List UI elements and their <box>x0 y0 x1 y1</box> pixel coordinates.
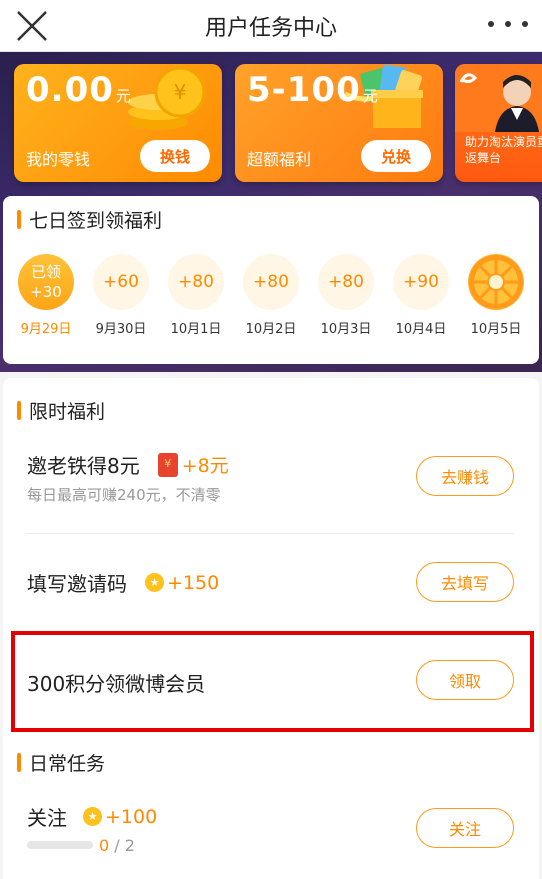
daily-title-text: 日常任务 <box>29 753 106 775</box>
promo-card[interactable]: 助力淘汰演员重返舞台 <box>455 64 542 182</box>
money-card[interactable]: ¥ 0.00 元 我的零钱 换钱 <box>14 64 222 182</box>
bonus-unit: 元 <box>362 87 379 105</box>
task-follow: 关注 +100 <box>27 802 157 831</box>
signin-date: 10月4日 <box>395 322 447 337</box>
lucky-wheel-icon <box>468 254 524 310</box>
follow-button[interactable]: 关注 <box>416 808 514 848</box>
signin-reward-amount: +30 <box>30 283 62 301</box>
task-reward-value: +100 <box>105 805 158 828</box>
close-icon[interactable] <box>14 8 50 44</box>
coin-icon <box>145 573 164 592</box>
highlight-box <box>11 631 534 732</box>
signin-day[interactable]: 已领 +30 9月29日 <box>16 254 76 337</box>
signin-reward: +60 <box>93 254 149 310</box>
task-subtitle: 每日最高可赚240元，不清零 <box>27 486 221 504</box>
progress-current: 0 <box>99 836 110 855</box>
limited-title: 限时福利 <box>17 397 105 424</box>
signin-day[interactable]: +60 9月30日 <box>91 254 151 337</box>
task-reward: +150 <box>145 572 219 594</box>
signin-reward: 已领 <box>30 263 61 281</box>
more-icon[interactable] <box>488 12 528 36</box>
fill-code-button[interactable]: 去填写 <box>416 562 514 602</box>
daily-title: 日常任务 <box>17 749 105 776</box>
progress-bar <box>27 841 93 849</box>
signin-day[interactable]: +80 10月3日 <box>316 254 376 337</box>
signin-title-text: 七日签到领福利 <box>29 210 163 232</box>
money-amount: 0.00 <box>26 70 114 110</box>
bonus-card[interactable]: 5-100 元 超额福利 兑换 <box>235 64 443 182</box>
actor-portrait-icon <box>455 64 542 132</box>
task-invite-code: 填写邀请码 +150 <box>27 568 219 597</box>
divider <box>26 533 514 534</box>
signin-section: 七日签到领福利 已领 +30 9月29日 +60 9月30日 +80 10月1日… <box>3 196 539 364</box>
signin-day[interactable]: +80 10月2日 <box>241 254 301 337</box>
coin-icon <box>83 807 102 826</box>
exchange-money-button[interactable]: 换钱 <box>140 140 210 172</box>
money-unit: 元 <box>115 87 132 105</box>
signin-date: 10月2日 <box>245 322 297 337</box>
task-reward-value: +150 <box>167 571 220 594</box>
signin-day[interactable]: 10月5日 <box>466 254 526 337</box>
signin-title: 七日签到领福利 <box>17 206 162 233</box>
signin-day[interactable]: +90 10月4日 <box>391 254 451 337</box>
signin-date: 10月3日 <box>320 322 372 337</box>
signin-reward: +80 <box>318 254 374 310</box>
limited-title-text: 限时福利 <box>29 401 106 423</box>
bonus-label: 超额福利 <box>247 150 312 169</box>
task-invite-friend: 邀老铁得8元 +8元 <box>27 450 229 479</box>
signin-date: 10月5日 <box>470 322 522 337</box>
task-name: 关注 <box>27 806 67 830</box>
promo-text: 助力淘汰演员重返舞台 <box>465 135 542 165</box>
signin-date: 9月29日 <box>20 322 72 337</box>
go-earn-button[interactable]: 去赚钱 <box>416 456 514 496</box>
bonus-amount: 5-100 <box>247 70 361 110</box>
page-title: 用户任务中心 <box>204 15 337 41</box>
top-bar: 用户任务中心 <box>0 0 542 52</box>
task-name: 邀老铁得8元 <box>27 454 140 478</box>
task-reward: +8元 <box>157 451 229 478</box>
money-label: 我的零钱 <box>26 150 91 169</box>
signin-day-claimed: 已领 +30 <box>18 254 74 310</box>
signin-date: 9月30日 <box>95 322 147 337</box>
exchange-bonus-button[interactable]: 兑换 <box>361 140 431 172</box>
progress-total: / 2 <box>114 836 135 855</box>
task-name: 填写邀请码 <box>27 572 127 596</box>
signin-day[interactable]: +80 10月1日 <box>166 254 226 337</box>
signin-reward: +80 <box>243 254 299 310</box>
progress-text: 0 / 2 <box>99 836 135 855</box>
signin-reward: +80 <box>168 254 224 310</box>
task-reward-value: +8元 <box>181 455 229 477</box>
svg-text:¥: ¥ <box>174 80 187 104</box>
signin-reward: +90 <box>393 254 449 310</box>
task-reward: +100 <box>83 806 157 828</box>
signin-date: 10月1日 <box>170 322 222 337</box>
red-packet-icon <box>157 452 178 477</box>
